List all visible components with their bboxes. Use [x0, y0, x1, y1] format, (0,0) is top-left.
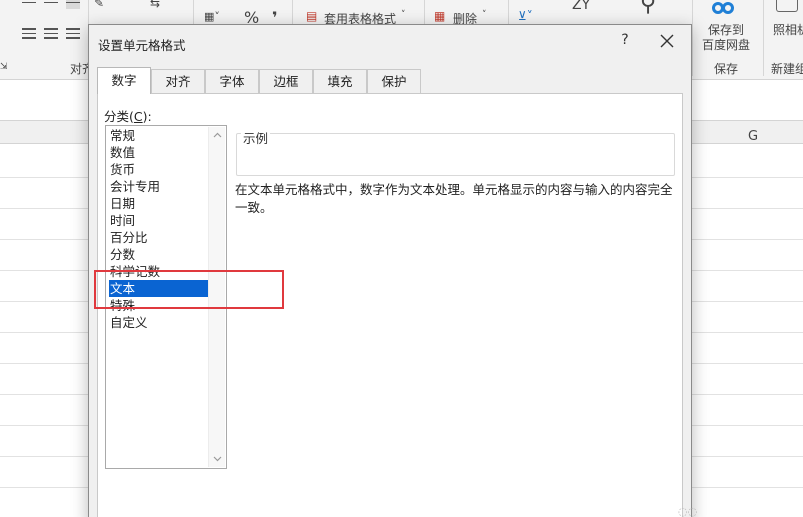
tab-alignment[interactable]: 对齐 [151, 69, 205, 93]
format-painter-icon[interactable]: ✎˅ [94, 0, 110, 10]
category-item-date[interactable]: 日期 [109, 195, 209, 212]
ribbon-separator [763, 0, 764, 76]
ribbon-group-new-label: 新建组 [771, 62, 803, 76]
scroll-down-button[interactable] [209, 450, 226, 467]
category-item-currency[interactable]: 货币 [109, 161, 209, 178]
sort-filter-icon[interactable]: ZY [572, 0, 590, 13]
sample-box [236, 133, 675, 176]
tab-border[interactable]: 边框 [259, 69, 313, 93]
column-header-g[interactable]: G [748, 129, 758, 144]
category-label-accesskey: C [133, 109, 143, 124]
align-center-bottom-icon[interactable] [44, 28, 58, 40]
chevron-down-icon [213, 456, 222, 462]
table-format-icon[interactable]: ▤ [306, 9, 317, 23]
category-label-suffix: ): [142, 109, 152, 124]
ribbon-separator [692, 0, 693, 76]
align-right-icon[interactable] [66, 0, 80, 9]
align-center-icon[interactable] [44, 0, 58, 9]
ribbon-group-save-label: 保存 [714, 62, 739, 76]
annotation-highlight-box [94, 270, 284, 309]
number-format-icon[interactable]: ▦˅ [204, 10, 220, 23]
tab-number[interactable]: 数字 [97, 67, 151, 94]
category-label: 分类(C): [104, 106, 152, 125]
category-item-accounting[interactable]: 会计专用 [109, 178, 209, 195]
watermark: ◌◌ [678, 505, 698, 517]
sample-label: 示例 [241, 128, 271, 147]
align-left-bottom-icon[interactable] [22, 28, 36, 40]
category-item-time[interactable]: 时间 [109, 212, 209, 229]
close-icon [660, 34, 674, 48]
delete-icon[interactable]: ▦ [434, 9, 445, 23]
chevron-up-icon [213, 132, 222, 138]
baidu-cloud-icon[interactable] [712, 0, 742, 18]
align-right-bottom-icon[interactable] [66, 28, 80, 40]
tab-protection[interactable]: 保护 [367, 69, 421, 93]
category-item-number[interactable]: 数值 [109, 144, 209, 161]
scroll-up-button[interactable] [209, 127, 226, 144]
photo-button[interactable]: 照相机 [773, 21, 803, 38]
align-left-icon[interactable] [22, 0, 36, 9]
category-item-percentage[interactable]: 百分比 [109, 229, 209, 246]
chevron-down-icon[interactable]: ˅ [401, 10, 406, 20]
close-button[interactable] [655, 29, 679, 53]
fill-down-icon[interactable]: ⊻˅ [518, 9, 533, 23]
camera-icon[interactable] [776, 0, 798, 12]
tab-font[interactable]: 字体 [205, 69, 259, 93]
category-label-prefix: 分类( [104, 109, 134, 124]
wrap-icon[interactable]: ⇆ [150, 0, 160, 10]
category-item-general[interactable]: 常规 [109, 127, 209, 144]
save-to-baidu-line2[interactable]: 百度网盘 [702, 36, 750, 53]
find-select-icon[interactable]: ⚲ [640, 0, 656, 17]
help-button[interactable]: ? [615, 29, 635, 51]
chevron-down-icon[interactable]: ˅ [482, 10, 487, 20]
category-description: 在文本单元格格式中，数字作为文本处理。单元格显示的内容与输入的内容完全一致。 [235, 182, 673, 215]
ribbon-corner-launcher-icon[interactable]: ⇲ [0, 62, 8, 72]
category-item-custom[interactable]: 自定义 [109, 314, 209, 331]
category-item-fraction[interactable]: 分数 [109, 246, 209, 263]
dialog-title: 设置单元格格式 [98, 38, 186, 53]
tab-fill[interactable]: 填充 [313, 69, 367, 93]
